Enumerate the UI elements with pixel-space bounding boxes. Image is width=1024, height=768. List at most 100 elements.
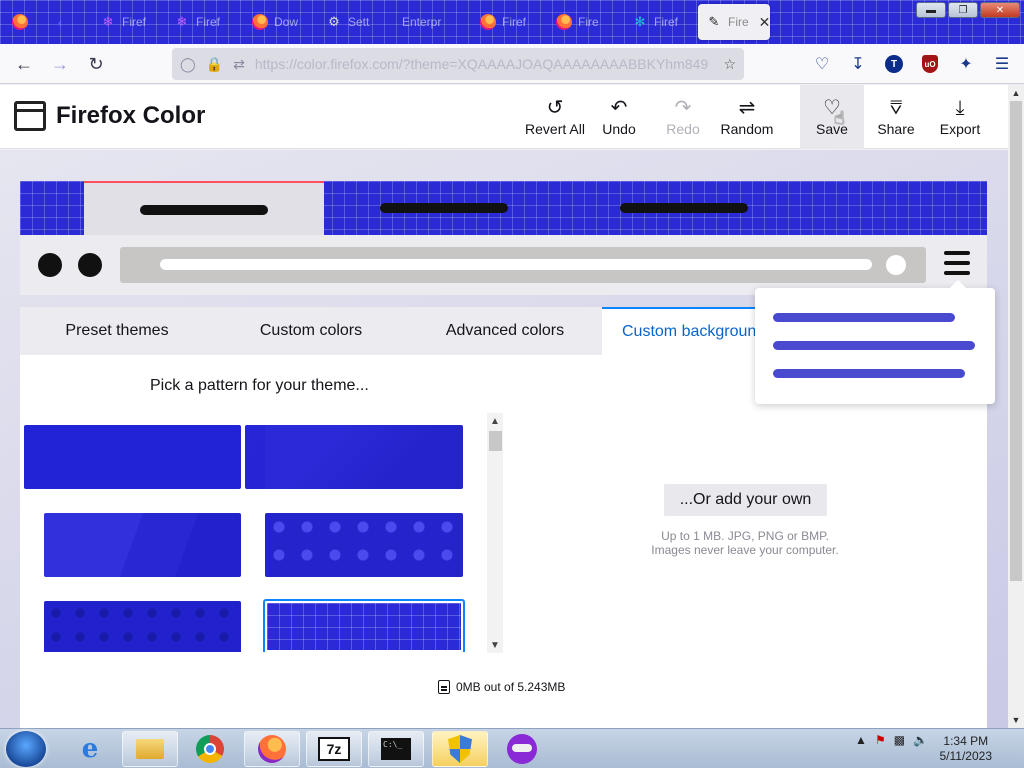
gear-icon: ⚙ (328, 14, 340, 29)
scroll-thumb[interactable] (489, 431, 502, 451)
tab-strip: ‹ ❄ Firef ❄ Firef Dow ⚙ Sett Enterpr Fir… (0, 0, 1024, 44)
add-own-image-button[interactable]: ...Or add your own (664, 484, 827, 516)
pattern-swatch-grid-selected[interactable] (263, 599, 465, 652)
permissions-icon[interactable]: ⇄ (233, 56, 245, 73)
grid-pattern-preview (267, 603, 461, 650)
tab-placeholder[interactable]: ‹ (44, 4, 88, 40)
volume-icon[interactable]: 🔈 (913, 733, 928, 747)
pocket-icon[interactable]: ♡ (808, 48, 836, 80)
pattern-swatch-solid[interactable] (44, 425, 241, 489)
page-scroll-thumb[interactable] (1010, 101, 1022, 581)
menu-icon[interactable]: ☰ (988, 48, 1016, 80)
pattern-scrollbar[interactable]: ▲ ▼ (487, 413, 503, 653)
ie-icon[interactable]: e (62, 731, 118, 767)
firefox-icon[interactable] (244, 731, 300, 767)
clock[interactable]: 1:34 PM 5/11/2023 (940, 734, 993, 764)
save-button[interactable]: ♡ Save (800, 97, 864, 137)
tab-item[interactable]: Dow (244, 4, 314, 40)
network-icon[interactable]: ▩ (894, 733, 905, 747)
tab-placeholder-icon: ‹ (57, 14, 63, 30)
extensions-icon[interactable]: ✦ (952, 48, 980, 80)
undo-button[interactable]: ↶ Undo (587, 97, 651, 137)
tray-expand-icon[interactable]: ▲ (855, 733, 867, 747)
scroll-up-arrow-icon[interactable]: ▲ (487, 413, 503, 429)
scroll-down-arrow-icon[interactable]: ▼ (487, 637, 503, 653)
ublock-icon[interactable]: uO (916, 48, 944, 80)
app-header: Firefox Color ↺ Revert All ↶ Undo ↷ Redo… (0, 85, 1008, 149)
close-tab-icon[interactable]: ✕ (759, 14, 770, 31)
downloads-icon[interactable]: ↧ (844, 48, 872, 80)
tab-item[interactable]: Fire (548, 4, 618, 40)
nav-bar: ← → ↻ ◯ 🔒 ⇄ https://color.firefox.com/?t… (0, 44, 1024, 84)
page-scrollbar[interactable]: ▲ ▼ (1008, 85, 1024, 728)
firefox-icon (556, 14, 572, 30)
storage-text: 0MB out of 5.243MB (456, 680, 566, 694)
export-label: Export (939, 121, 981, 137)
tab-active-firefox-color[interactable]: ✎ Fire ✕ (698, 4, 770, 40)
account-icon[interactable]: T (880, 48, 908, 80)
tab-label: Firef (502, 15, 526, 29)
7zip-icon[interactable]: 7z (306, 731, 362, 767)
tab-item[interactable]: Firef (472, 4, 542, 40)
tab-item[interactable]: ✻ Firef (624, 4, 694, 40)
export-button[interactable]: ⤓ Export (928, 97, 992, 137)
taskbar: e 7z C:\_ ▲ ⚑ ▩ 🔈 1:34 PM 5/11/2023 (0, 728, 1024, 768)
shuffle-icon: ⇌ (738, 97, 756, 119)
preview-menu-item (773, 341, 975, 350)
close-window-button[interactable]: ✕ (980, 2, 1020, 18)
shield-icon[interactable] (432, 731, 488, 767)
back-button[interactable]: ← (8, 48, 40, 80)
snowflake-icon: ❄ (176, 14, 188, 29)
pattern-swatch-polka[interactable] (265, 513, 463, 577)
minimize-button[interactable]: ▬ (916, 2, 946, 18)
preview-active-tab[interactable] (84, 181, 324, 235)
mask-icon[interactable] (494, 731, 550, 767)
url-text[interactable]: https://color.firefox.com/?theme=XQAAAAJ… (255, 56, 714, 72)
preview-menu-icon[interactable] (944, 251, 970, 281)
random-button[interactable]: ⇌ Random (715, 97, 779, 137)
tab-label: Enterpr (402, 15, 442, 29)
tab-label: Firef (654, 15, 678, 29)
shield-icon[interactable]: ◯ (180, 56, 196, 73)
redo-button[interactable]: ↷ Redo (651, 97, 715, 137)
storage-icon (438, 680, 450, 694)
tab-item[interactable]: ❄ Firef (166, 4, 236, 40)
app-title: Firefox Color (56, 102, 206, 129)
preview-menu-popup[interactable] (755, 280, 995, 404)
explorer-icon[interactable] (122, 731, 178, 767)
scroll-down-arrow-icon[interactable]: ▼ (1008, 712, 1024, 728)
bookmark-star-icon[interactable]: ☆ (723, 56, 736, 73)
tab-firefox[interactable] (4, 4, 40, 40)
action-center-icon[interactable]: ⚑ (875, 733, 886, 747)
tab-label: Fire (578, 15, 599, 29)
share-icon: ⩢ (889, 97, 903, 119)
tab-item[interactable]: ⚙ Sett (318, 4, 388, 40)
chrome-icon[interactable] (182, 731, 238, 767)
tab-label: Sett (348, 15, 370, 29)
app-logo[interactable]: Firefox Color (14, 101, 205, 131)
scroll-up-arrow-icon[interactable]: ▲ (1008, 85, 1024, 101)
clock-time: 1:34 PM (943, 734, 989, 748)
preview-tab-strip (20, 181, 987, 235)
upload-help-text: Up to 1 MB. JPG, PNG or BMP. Images neve… (610, 529, 880, 557)
clock-date: 5/11/2023 (939, 749, 993, 763)
start-button[interactable] (6, 731, 46, 767)
preview-tab-title-pill (620, 203, 748, 213)
pattern-swatch-dots[interactable] (44, 601, 241, 652)
pattern-swatch-diagonal[interactable] (44, 513, 241, 577)
revert-all-button[interactable]: ↺ Revert All (522, 97, 588, 137)
reload-button[interactable]: ↻ (80, 48, 112, 80)
forward-button[interactable]: → (44, 48, 76, 80)
hand-cursor-icon: ☝ (834, 108, 845, 128)
maximize-button[interactable]: ❐ (948, 2, 978, 18)
firefox-color-icon: ✎ (708, 14, 720, 29)
share-button[interactable]: ⩢ Share (864, 97, 928, 137)
pattern-swatch-gradient[interactable] (265, 425, 463, 489)
tab-item[interactable]: ❄ Firef (92, 4, 162, 40)
lock-icon[interactable]: 🔒 (206, 56, 223, 73)
preview-url-icon (886, 255, 906, 275)
tab-item[interactable]: Enterpr (394, 4, 470, 40)
url-bar[interactable]: ◯ 🔒 ⇄ https://color.firefox.com/?theme=X… (172, 48, 744, 80)
cmd-icon[interactable]: C:\_ (368, 731, 424, 767)
tab-label: Firef (196, 15, 220, 29)
